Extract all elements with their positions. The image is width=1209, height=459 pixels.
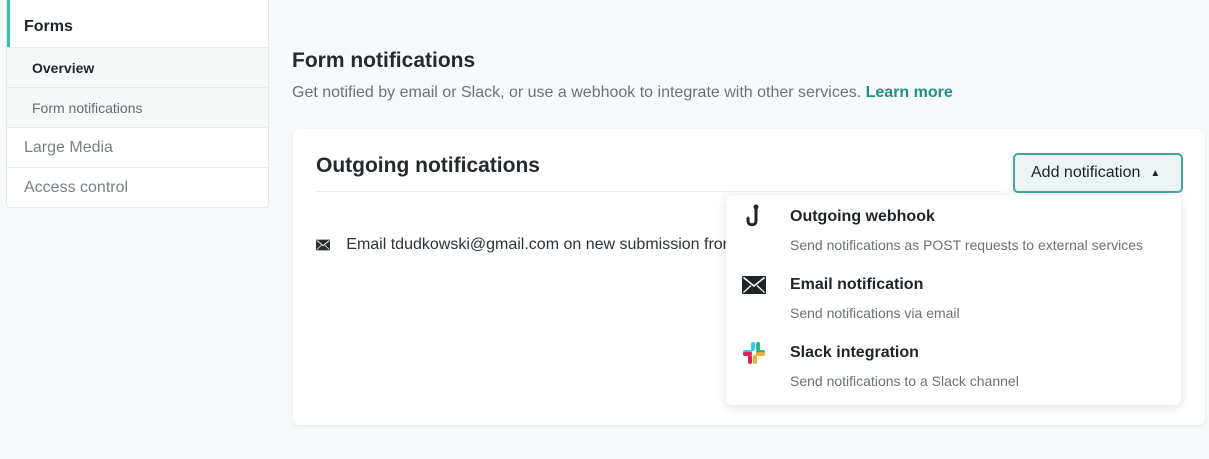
notification-row[interactable]: Email tdudkowski@gmail.com on new submis… — [316, 236, 736, 254]
sidebar: Forms Overview Form notifications Large … — [6, 0, 269, 208]
menu-item-outgoing-webhook[interactable]: Outgoing webhook Send notifications as P… — [726, 195, 1181, 263]
add-notification-menu: Outgoing webhook Send notifications as P… — [726, 195, 1181, 405]
sidebar-item-label: Overview — [32, 59, 95, 76]
sidebar-item-label: Access control — [24, 178, 129, 196]
sidebar-item-large-media[interactable]: Large Media — [7, 127, 268, 167]
sidebar-item-forms[interactable]: Forms — [7, 0, 268, 47]
sidebar-subitem-overview[interactable]: Overview — [7, 47, 268, 87]
menu-item-description: Send notifications as POST requests to e… — [790, 237, 1144, 253]
sidebar-subitem-form-notifications[interactable]: Form notifications — [7, 87, 268, 127]
sidebar-item-label: Large Media — [24, 138, 113, 156]
menu-item-label: Email notification — [790, 276, 924, 293]
menu-item-description: Send notifications to a Slack channel — [790, 373, 1019, 389]
page-title: Form notifications — [292, 49, 476, 72]
chevron-up-icon: ▲ — [1150, 167, 1161, 179]
learn-more-link[interactable]: Learn more — [866, 84, 953, 101]
page-description: Get notified by email or Slack, or use a… — [292, 84, 953, 102]
sidebar-item-access-control[interactable]: Access control — [7, 167, 268, 207]
menu-item-label: Slack integration — [790, 344, 919, 361]
slack-icon — [742, 341, 766, 365]
sidebar-item-label: Form notifications — [32, 99, 143, 116]
add-notification-label: Add notification — [1031, 164, 1141, 181]
menu-item-email-notification[interactable]: Email notification Send notifications vi… — [726, 263, 1181, 331]
sidebar-item-label: Forms — [24, 18, 73, 35]
notification-text: Email tdudkowski@gmail.com on new submis… — [346, 236, 736, 253]
email-icon — [742, 273, 766, 297]
webhook-icon — [742, 204, 766, 229]
add-notification-button[interactable]: Add notification ▲ — [1013, 153, 1183, 193]
menu-item-label: Outgoing webhook — [790, 208, 935, 225]
email-icon — [316, 239, 331, 251]
description-text: Get notified by email or Slack, or use a… — [292, 84, 862, 101]
divider — [316, 191, 1000, 192]
menu-item-description: Send notifications via email — [790, 305, 960, 321]
card-title: Outgoing notifications — [316, 154, 540, 177]
menu-item-slack-integration[interactable]: Slack integration Send notifications to … — [726, 331, 1181, 399]
page: Forms Overview Form notifications Large … — [0, 0, 1209, 459]
